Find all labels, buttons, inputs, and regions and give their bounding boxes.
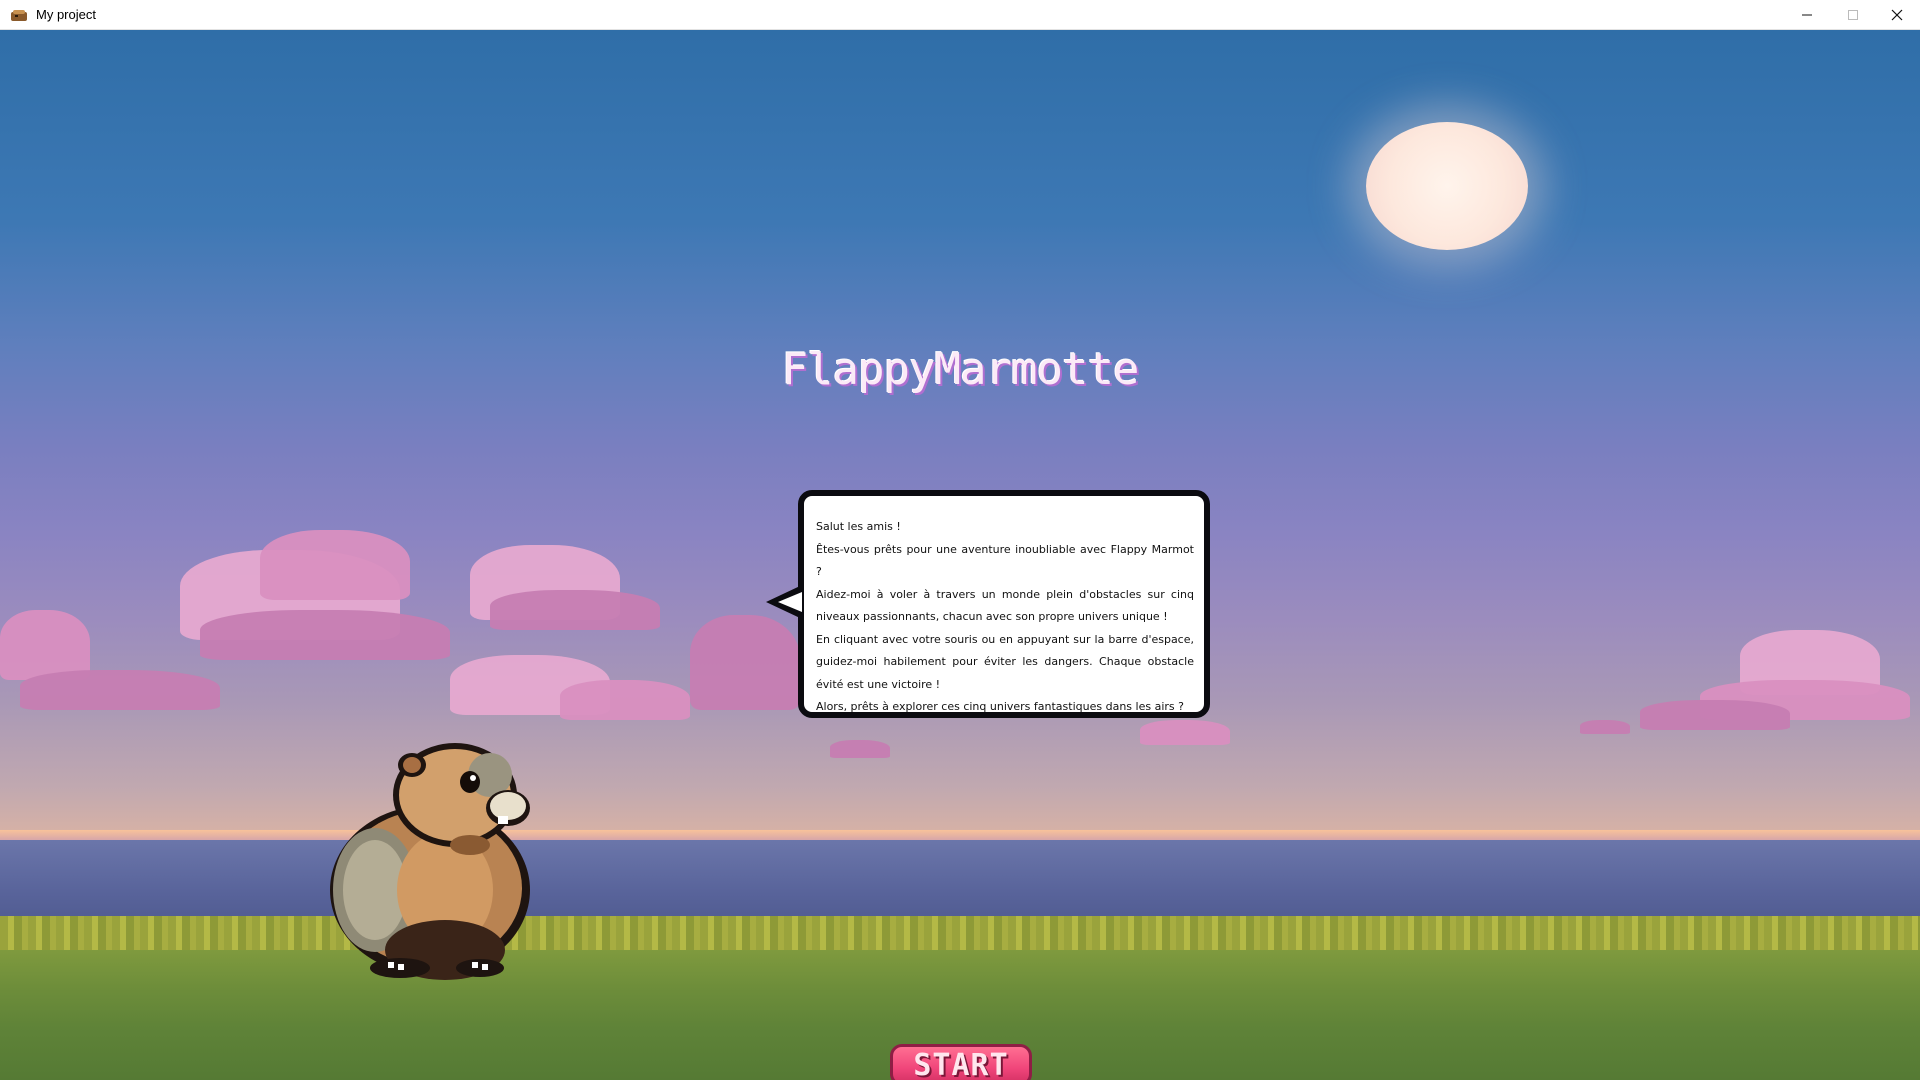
cloud — [260, 530, 410, 600]
app-icon — [10, 8, 28, 22]
cloud — [560, 680, 690, 720]
minimize-button[interactable] — [1784, 0, 1830, 30]
dialog-line: Aidez-moi à voler à travers un monde ple… — [816, 587, 1194, 624]
cloud — [0, 610, 90, 680]
cloud — [1640, 700, 1790, 730]
dialog-line: Êtes-vous prêts pour une aventure inoubl… — [816, 542, 1194, 579]
cloud — [690, 615, 800, 710]
game-title: FlappyMarmotte — [781, 344, 1140, 395]
dialog-line: En cliquant avec votre souris ou en appu… — [816, 632, 1194, 691]
dialog-line: Alors, prêts à explorer ces cinq univers… — [816, 700, 1184, 713]
maximize-button[interactable] — [1830, 0, 1876, 30]
start-button[interactable]: START — [890, 1044, 1032, 1080]
sun — [1366, 122, 1528, 250]
cloud — [200, 610, 450, 660]
close-icon — [1891, 9, 1903, 21]
app-window: My project FlappyMarmotte Salut les amis… — [0, 0, 1920, 1080]
game-canvas[interactable]: FlappyMarmotte Salut les amis ! Êtes-vou… — [0, 30, 1920, 1080]
cloud — [1140, 720, 1230, 745]
title-bar[interactable]: My project — [0, 0, 1920, 30]
marmot-character — [330, 743, 530, 980]
cloud — [830, 740, 890, 758]
cloud — [1580, 720, 1630, 734]
speech-bubble: Salut les amis ! Êtes-vous prêts pour un… — [798, 490, 1210, 718]
speech-bubble-tail-inner — [778, 592, 802, 612]
cloud — [20, 670, 220, 710]
minimize-icon — [1802, 14, 1812, 16]
window-title: My project — [36, 7, 96, 22]
close-button[interactable] — [1874, 0, 1920, 30]
maximize-icon — [1848, 10, 1858, 20]
cloud — [490, 590, 660, 630]
dialog-line: Salut les amis ! — [816, 520, 901, 533]
